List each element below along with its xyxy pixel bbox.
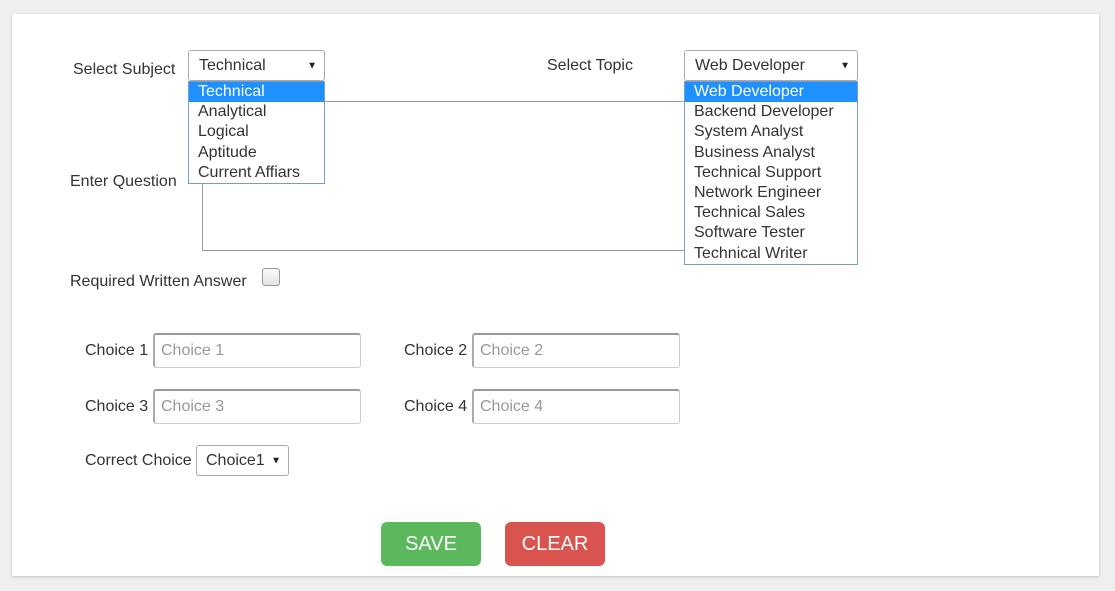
topic-option[interactable]: Business Analyst <box>685 143 857 163</box>
correct-choice-select[interactable]: Choice1 ▼ <box>196 445 289 476</box>
subject-option[interactable]: Logical <box>189 122 324 142</box>
written-answer-checkbox[interactable] <box>262 268 280 286</box>
topic-option[interactable]: Technical Support <box>685 163 857 183</box>
topic-option[interactable]: Web Developer <box>685 82 857 103</box>
topic-select[interactable]: Web Developer ▼ <box>684 50 858 81</box>
topic-option[interactable]: Network Engineer <box>685 183 857 203</box>
correct-choice-label: Correct Choice <box>85 452 192 469</box>
save-button[interactable]: SAVE <box>381 522 481 566</box>
choice-4-input[interactable] <box>472 389 680 424</box>
enter-question-label: Enter Question <box>70 173 177 190</box>
choice-1-input[interactable] <box>153 333 361 368</box>
subject-option[interactable]: Analytical <box>189 102 324 122</box>
subject-option[interactable]: Current Affiars <box>189 163 324 183</box>
select-subject-label: Select Subject <box>73 61 176 78</box>
topic-option[interactable]: Backend Developer <box>685 102 857 122</box>
topic-option[interactable]: Software Tester <box>685 223 857 243</box>
correct-choice-value: Choice1 <box>206 451 265 469</box>
choice-1-label: Choice 1 <box>85 342 149 359</box>
topic-option[interactable]: Technical Sales <box>685 203 857 223</box>
choice-2-label: Choice 2 <box>404 342 468 359</box>
topic-option[interactable]: Technical Writer <box>685 244 857 264</box>
choice-2-input[interactable] <box>472 333 680 368</box>
written-answer-label: Required Written Answer <box>70 273 247 290</box>
subject-selected-value: Technical <box>199 56 266 74</box>
chevron-down-icon: ▼ <box>840 60 850 71</box>
chevron-down-icon: ▼ <box>307 60 317 71</box>
topic-selected-value: Web Developer <box>695 56 805 74</box>
choice-3-label: Choice 3 <box>85 398 149 415</box>
subject-option[interactable]: Technical <box>189 82 324 103</box>
chevron-down-icon: ▼ <box>271 455 281 466</box>
topic-option[interactable]: System Analyst <box>685 122 857 142</box>
question-form-card <box>12 14 1099 576</box>
subject-select[interactable]: Technical ▼ <box>188 50 325 81</box>
select-topic-label: Select Topic <box>547 57 633 74</box>
subject-option[interactable]: Aptitude <box>189 143 324 163</box>
clear-button[interactable]: CLEAR <box>505 522 605 566</box>
choice-4-label: Choice 4 <box>404 398 468 415</box>
choice-3-input[interactable] <box>153 389 361 424</box>
topic-dropdown-list: Web Developer Backend Developer System A… <box>684 81 858 265</box>
subject-dropdown-list: Technical Analytical Logical Aptitude Cu… <box>188 81 325 184</box>
